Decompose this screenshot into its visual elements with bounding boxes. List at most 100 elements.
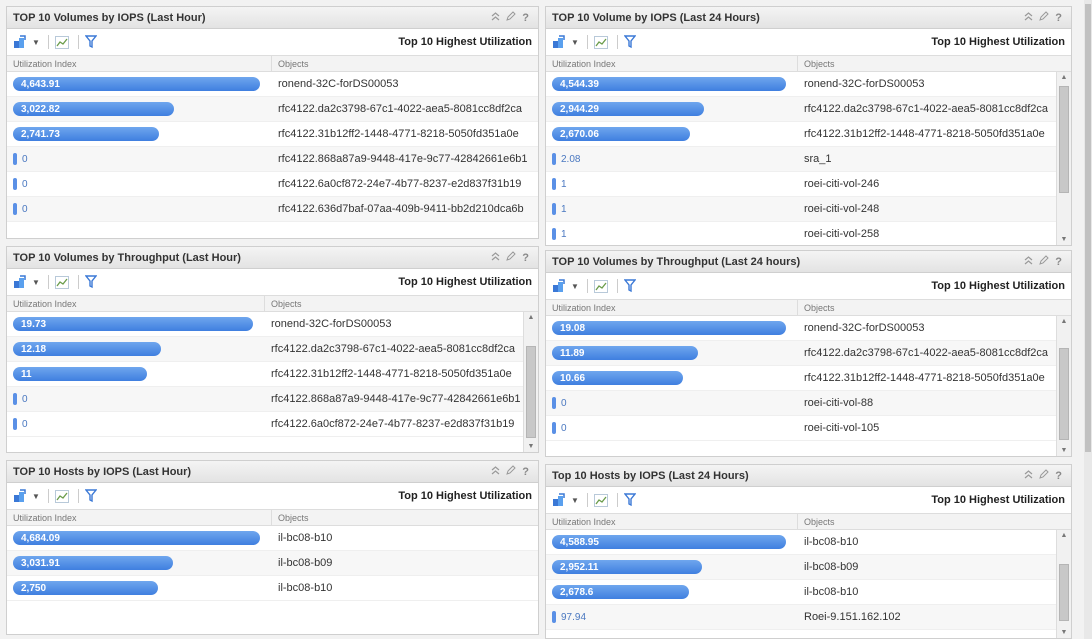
help-icon[interactable]: ? [1049,256,1065,268]
scroll-down-arrow[interactable]: ▼ [524,443,538,450]
column-header-objects[interactable]: Objects [272,56,315,71]
collapse-icon[interactable] [1024,256,1033,268]
table-row[interactable]: 0 roei-citi-vol-105 [546,416,1071,441]
chevron-down-icon[interactable]: ▼ [571,496,579,505]
edit-icon[interactable] [500,251,516,264]
filter-icon[interactable] [623,493,636,507]
column-header-utilization[interactable]: Utilization Index [546,56,798,71]
chart-type-icon[interactable] [552,35,568,49]
column-header-objects[interactable]: Objects [798,514,841,529]
table-row[interactable]: 19.08 ronend-32C-forDS00053 [546,316,1071,341]
table-row[interactable]: 0 rfc4122.868a87a9-9448-417e-9c77-4284266… [7,387,538,412]
table-row[interactable]: 19.73 ronend-32C-forDS00053 [7,312,538,337]
object-name[interactable]: roei-citi-vol-105 [798,422,879,434]
object-name[interactable]: il-bc08-b10 [798,536,858,548]
scroll-up-arrow[interactable]: ▲ [1057,74,1071,81]
table-row[interactable]: 2.08 sra_1 [546,147,1071,172]
edit-icon[interactable] [500,465,516,478]
utilization-mode-label[interactable]: Top 10 Highest Utilization [398,490,532,502]
table-row[interactable]: 0 rfc4122.6a0cf872-24e7-4b77-8237-e2d837f… [7,172,538,197]
table-row[interactable]: 97.94 Roei-9.151.162.102 [546,605,1071,630]
column-header-objects[interactable]: Objects [798,300,841,315]
collapse-icon[interactable] [491,466,500,478]
object-name[interactable]: roei-citi-vol-88 [798,397,873,409]
column-header-objects[interactable]: Objects [798,56,841,71]
collapse-icon[interactable] [491,12,500,24]
column-header-objects[interactable]: Objects [265,296,308,311]
utilization-mode-label[interactable]: Top 10 Highest Utilization [398,276,532,288]
table-row[interactable]: 10.66 rfc4122.31b12ff2-1448-4771-8218-505… [546,366,1071,391]
collapse-icon[interactable] [1024,470,1033,482]
collapse-icon[interactable] [491,252,500,264]
scroll-up-arrow[interactable]: ▲ [1057,318,1071,325]
scrollbar-thumb[interactable] [1059,348,1069,440]
help-icon[interactable]: ? [1049,470,1065,482]
filter-icon[interactable] [84,275,97,289]
scroll-down-arrow[interactable]: ▼ [1057,629,1071,636]
column-header-utilization[interactable]: Utilization Index [7,510,272,525]
table-scrollbar[interactable]: ▲ ▼ [1056,316,1071,456]
page-scrollbar-thumb[interactable] [1085,4,1091,452]
line-chart-icon[interactable] [54,35,69,49]
edit-icon[interactable] [1033,469,1049,482]
chart-type-icon[interactable] [13,275,29,289]
object-name[interactable]: sra_1 [798,153,832,165]
line-chart-icon[interactable] [54,275,69,289]
chevron-down-icon[interactable]: ▼ [32,278,40,287]
object-name[interactable]: roei-citi-vol-258 [798,228,879,240]
object-name[interactable]: il-bc08-b10 [798,586,858,598]
object-name[interactable]: rfc4122.31b12ff2-1448-4771-8218-5050fd35… [265,368,512,380]
chart-type-icon[interactable] [13,35,29,49]
scroll-down-arrow[interactable]: ▼ [1057,447,1071,454]
line-chart-icon[interactable] [593,35,608,49]
table-row[interactable]: 1 roei-citi-vol-246 [546,172,1071,197]
scroll-down-arrow[interactable]: ▼ [1057,236,1071,243]
column-header-utilization[interactable]: Utilization Index [7,56,272,71]
chevron-down-icon[interactable]: ▼ [571,38,579,47]
object-name[interactable]: rfc4122.da2c3798-67c1-4022-aea5-8081cc8d… [265,343,515,355]
chevron-down-icon[interactable]: ▼ [32,38,40,47]
object-name[interactable]: rfc4122.6a0cf872-24e7-4b77-8237-e2d837f3… [272,178,521,190]
table-scrollbar[interactable]: ▲ ▼ [523,312,538,452]
scrollbar-thumb[interactable] [526,346,536,438]
object-name[interactable]: roei-citi-vol-248 [798,203,879,215]
object-name[interactable]: rfc4122.31b12ff2-1448-4771-8218-5050fd35… [798,372,1045,384]
object-name[interactable]: Roei-9.151.162.102 [798,611,901,623]
scrollbar-thumb[interactable] [1059,86,1069,193]
chart-type-icon[interactable] [13,489,29,503]
table-row[interactable]: 3,022.82 rfc4122.da2c3798-67c1-4022-aea5-… [7,97,538,122]
object-name[interactable]: rfc4122.636d7baf-07aa-409b-9411-bb2d210d… [272,203,524,215]
object-name[interactable]: ronend-32C-forDS00053 [798,322,924,334]
filter-icon[interactable] [623,35,636,49]
help-icon[interactable]: ? [1049,12,1065,24]
table-row[interactable]: 2,741.73 rfc4122.31b12ff2-1448-4771-8218-… [7,122,538,147]
table-row[interactable]: 11.89 rfc4122.da2c3798-67c1-4022-aea5-808… [546,341,1071,366]
chevron-down-icon[interactable]: ▼ [571,282,579,291]
table-row[interactable]: 0 roei-citi-vol-88 [546,391,1071,416]
chevron-down-icon[interactable]: ▼ [32,492,40,501]
chart-type-icon[interactable] [552,279,568,293]
utilization-mode-label[interactable]: Top 10 Highest Utilization [398,36,532,48]
table-row[interactable]: 0 rfc4122.636d7baf-07aa-409b-9411-bb2d210… [7,197,538,222]
table-row[interactable]: 4,684.09 il-bc08-b10 [7,526,538,551]
edit-icon[interactable] [1033,11,1049,24]
table-row[interactable]: 2,944.29 rfc4122.da2c3798-67c1-4022-aea5-… [546,97,1071,122]
column-header-utilization[interactable]: Utilization Index [546,514,798,529]
table-row[interactable]: 4,544.39 ronend-32C-forDS00053 [546,72,1071,97]
chart-type-icon[interactable] [552,493,568,507]
object-name[interactable]: rfc4122.da2c3798-67c1-4022-aea5-8081cc8d… [798,347,1048,359]
table-row[interactable]: 11 rfc4122.31b12ff2-1448-4771-8218-5050fd… [7,362,538,387]
table-row[interactable]: 2,750 il-bc08-b10 [7,576,538,601]
page-scrollbar[interactable] [1084,0,1092,639]
object-name[interactable]: rfc4122.868a87a9-9448-417e-9c77-42842661… [265,393,521,405]
object-name[interactable]: rfc4122.31b12ff2-1448-4771-8218-5050fd35… [272,128,519,140]
utilization-mode-label[interactable]: Top 10 Highest Utilization [931,494,1065,506]
collapse-icon[interactable] [1024,12,1033,24]
object-name[interactable]: rfc4122.da2c3798-67c1-4022-aea5-8081cc8d… [798,103,1048,115]
table-scrollbar[interactable]: ▲ ▼ [1056,72,1071,245]
utilization-mode-label[interactable]: Top 10 Highest Utilization [931,36,1065,48]
object-name[interactable]: ronend-32C-forDS00053 [272,78,398,90]
column-header-utilization[interactable]: Utilization Index [546,300,798,315]
table-row[interactable]: 3,031.91 il-bc08-b09 [7,551,538,576]
table-row[interactable]: 2,670.06 rfc4122.31b12ff2-1448-4771-8218-… [546,122,1071,147]
